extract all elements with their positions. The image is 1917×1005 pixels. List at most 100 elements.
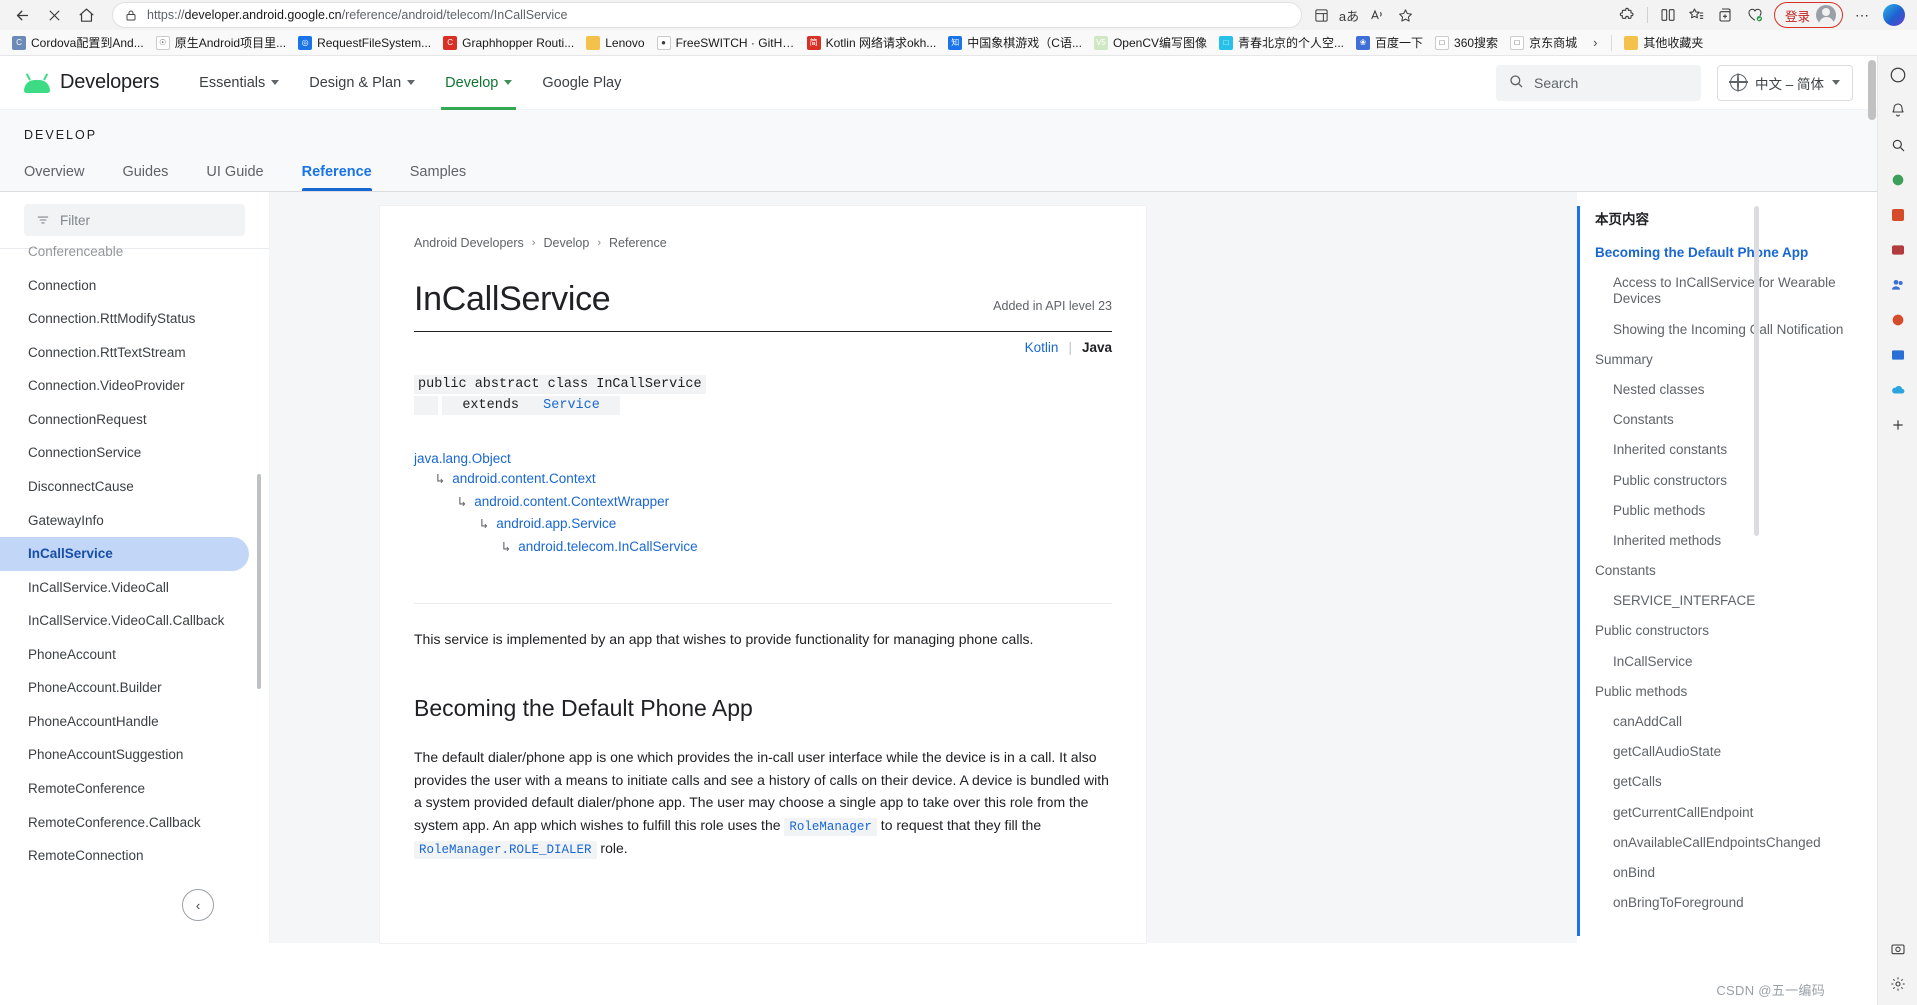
- toc-link-public-constructors[interactable]: Public constructors: [1595, 466, 1877, 496]
- sidebar-item-connection[interactable]: Connection: [0, 269, 249, 303]
- toc-link-nested-classes[interactable]: Nested classes: [1595, 375, 1877, 405]
- kotlin-tab[interactable]: Kotlin: [1025, 340, 1059, 355]
- sidebar-item-incallservice-videocall-callback[interactable]: InCallService.VideoCall.Callback: [0, 604, 249, 638]
- toc-link-inherited-methods[interactable]: Inherited methods: [1595, 526, 1877, 556]
- toc-link-onbringtoforeground[interactable]: onBringToForeground: [1595, 888, 1877, 918]
- split-pane-icon[interactable]: [1654, 2, 1682, 28]
- settings-more-icon[interactable]: ⋯: [1848, 2, 1876, 28]
- sidebar-item-gatewayinfo[interactable]: GatewayInfo: [0, 504, 249, 538]
- inheritance-type-link[interactable]: android.content.Context: [452, 471, 595, 486]
- toc-link-becoming-the-default-phone-app[interactable]: Becoming the Default Phone App: [1595, 238, 1877, 268]
- sidebar-item-conferenceable[interactable]: Conferenceable: [0, 235, 249, 269]
- people-rail-icon[interactable]: [1887, 274, 1909, 296]
- tab-reference[interactable]: Reference: [301, 164, 372, 191]
- address-bar[interactable]: https://developer.android.google.cn/refe…: [112, 2, 1302, 28]
- toc-link-inherited-constants[interactable]: Inherited constants: [1595, 435, 1877, 465]
- sidebar-item-remoteconference[interactable]: RemoteConference: [0, 772, 249, 806]
- add-rail-icon[interactable]: [1887, 414, 1909, 436]
- inheritance-type-link[interactable]: android.telecom.InCallService: [518, 539, 697, 554]
- sidebar-item-disconnectcause[interactable]: DisconnectCause: [0, 470, 249, 504]
- games-rail-icon[interactable]: [1887, 239, 1909, 261]
- translate-icon[interactable]: aあ: [1336, 3, 1362, 27]
- bookmark-item[interactable]: ● FreeSWITCH · GitHub: [651, 34, 801, 52]
- favorite-star-icon[interactable]: [1392, 3, 1418, 27]
- bookmark-item[interactable]: □ 360搜索: [1429, 32, 1504, 53]
- bookmark-item[interactable]: C Cordova配置到And...: [6, 32, 150, 53]
- page-scrollbar[interactable]: [1868, 60, 1876, 120]
- toc-link-onbind[interactable]: onBind: [1595, 858, 1877, 888]
- bookmark-item[interactable]: C Graphhopper Routi...: [437, 34, 580, 52]
- toc-link-public-constructors[interactable]: Public constructors: [1595, 616, 1877, 646]
- breadcrumb-item[interactable]: Develop: [543, 236, 589, 250]
- copilot-icon[interactable]: [1883, 4, 1905, 26]
- toc-link-onavailablecallendpointschanged[interactable]: onAvailableCallEndpointsChanged: [1595, 828, 1877, 858]
- back-icon[interactable]: [6, 1, 38, 29]
- sidebar-item-phoneaccountsuggestion[interactable]: PhoneAccountSuggestion: [0, 738, 249, 772]
- toc-link-constants[interactable]: Constants: [1595, 405, 1877, 435]
- sidebar-item-connection-rtttextstream[interactable]: Connection.RttTextStream: [0, 336, 249, 370]
- notifications-bell-icon[interactable]: [1887, 99, 1909, 121]
- tab-ui-guide[interactable]: UI Guide: [206, 164, 263, 191]
- bookmarks-overflow-icon[interactable]: ›: [1585, 35, 1605, 50]
- screenshot-rail-icon[interactable]: [1887, 938, 1909, 960]
- bookmark-item[interactable]: V5 OpenCV编写图像: [1088, 32, 1213, 53]
- sidebar-scrollbar[interactable]: [257, 474, 261, 689]
- other-bookmarks-folder[interactable]: 其他收藏夹: [1618, 32, 1709, 53]
- breadcrumb-item[interactable]: Android Developers: [414, 236, 524, 250]
- filter-input[interactable]: Filter: [24, 204, 245, 236]
- language-selector[interactable]: 中文 – 简体: [1716, 64, 1853, 101]
- onedrive-rail-icon[interactable]: [1887, 379, 1909, 401]
- bookmark-item[interactable]: Lenovo: [580, 34, 650, 52]
- inheritance-type-link[interactable]: android.content.ContextWrapper: [474, 494, 669, 509]
- bookmark-item[interactable]: ❀ 百度一下: [1350, 32, 1429, 53]
- copilot-rail-icon[interactable]: [1887, 64, 1909, 86]
- extensions-icon[interactable]: [1613, 2, 1641, 28]
- collapse-sidebar-button[interactable]: ‹: [182, 889, 214, 921]
- inheritance-type-link[interactable]: java.lang.Object: [414, 451, 511, 466]
- browser-essentials-icon[interactable]: [1741, 2, 1769, 28]
- read-aloud-icon[interactable]: [1364, 3, 1390, 27]
- bookmark-item[interactable]: ◎ RequestFileSystem...: [292, 34, 437, 52]
- outlook-rail-icon[interactable]: [1887, 344, 1909, 366]
- home-icon[interactable]: [70, 1, 102, 29]
- sidebar-item-incallservice[interactable]: InCallService: [0, 537, 249, 571]
- sidebar-item-connection-videoprovider[interactable]: Connection.VideoProvider: [0, 369, 249, 403]
- tab-samples[interactable]: Samples: [410, 164, 466, 191]
- sidebar-item-connectionrequest[interactable]: ConnectionRequest: [0, 403, 249, 437]
- toc-link-showing-the-incoming-call-notification[interactable]: Showing the Incoming Call Notification: [1595, 315, 1877, 345]
- collections-icon[interactable]: [1712, 2, 1740, 28]
- search-input[interactable]: Search: [1495, 64, 1701, 101]
- settings-rail-icon[interactable]: [1887, 973, 1909, 995]
- toc-link-service-interface[interactable]: SERVICE_INTERFACE: [1595, 586, 1877, 616]
- sidebar-item-phoneaccounthandle[interactable]: PhoneAccountHandle: [0, 705, 249, 739]
- toc-link-getcalls[interactable]: getCalls: [1595, 767, 1877, 797]
- nav-item-essentials[interactable]: Essentials: [199, 56, 280, 110]
- sidebar-item-connection-rttmodifystatus[interactable]: Connection.RttModifyStatus: [0, 302, 249, 336]
- sidebar-item-phoneaccount-builder[interactable]: PhoneAccount.Builder: [0, 671, 249, 705]
- office-rail-icon[interactable]: [1887, 309, 1909, 331]
- toc-link-canaddcall[interactable]: canAddCall: [1595, 707, 1877, 737]
- bookmark-item[interactable]: 简 Kotlin 网络请求okh...: [801, 32, 943, 53]
- toc-link-getcallaudiostate[interactable]: getCallAudioState: [1595, 737, 1877, 767]
- toc-link-incallservice[interactable]: InCallService: [1595, 647, 1877, 677]
- nav-item-design-plan[interactable]: Design & Plan: [309, 56, 416, 110]
- bookmark-item[interactable]: 知中国象棋游戏（C语...: [942, 32, 1088, 53]
- bookmark-item[interactable]: □ 青春北京的个人空...: [1213, 32, 1350, 53]
- toc-link-constants[interactable]: Constants: [1595, 556, 1877, 586]
- sidebar-item-phoneaccount[interactable]: PhoneAccount: [0, 638, 249, 672]
- toc-link-public-methods[interactable]: Public methods: [1595, 496, 1877, 526]
- bookmark-item[interactable]: ☉ 原生Android项目里...: [150, 32, 292, 53]
- favorites-list-icon[interactable]: [1683, 2, 1711, 28]
- java-tab[interactable]: Java: [1082, 340, 1112, 355]
- shopping-rail-icon[interactable]: [1887, 169, 1909, 191]
- sidebar-item-remoteconnection[interactable]: RemoteConnection: [0, 839, 249, 873]
- split-screen-icon[interactable]: [1308, 3, 1334, 27]
- toc-link-getcurrentcallendpoint[interactable]: getCurrentCallEndpoint: [1595, 798, 1877, 828]
- bookmark-item[interactable]: □ 京东商城: [1504, 32, 1583, 53]
- signature-super-type[interactable]: Service: [539, 396, 604, 415]
- tab-overview[interactable]: Overview: [24, 164, 84, 191]
- inheritance-type-link[interactable]: android.app.Service: [496, 516, 616, 531]
- tab-guides[interactable]: Guides: [122, 164, 168, 191]
- signin-button[interactable]: 登录: [1773, 2, 1843, 28]
- nav-item-develop[interactable]: Develop: [441, 56, 517, 110]
